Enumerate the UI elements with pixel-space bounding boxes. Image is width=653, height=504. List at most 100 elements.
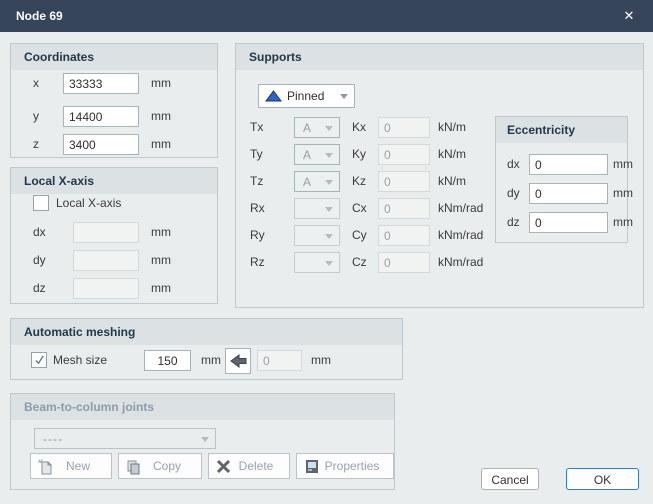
mesh-size-checkbox-label: Mesh size (53, 350, 107, 371)
beam-to-column-joints-panel-title: Beam-to-column joints (11, 394, 394, 420)
coord-y-unit: mm (151, 106, 171, 127)
dialog-title: Node 69 (16, 0, 63, 32)
mesh-size-unit: mm (201, 350, 221, 371)
coord-y-input[interactable] (63, 106, 139, 127)
ecc-dy-unit: mm (613, 183, 633, 204)
dof-tz-dropdown-value: A (303, 175, 311, 189)
coord-z-input[interactable] (63, 134, 139, 155)
ky-unit: kN/m (438, 144, 466, 165)
kz-input (378, 171, 430, 192)
ky-input (378, 144, 430, 165)
local-x-axis-checkbox-label: Local X-axis (56, 193, 121, 214)
chevron-down-icon (325, 153, 333, 158)
new-document-icon (37, 458, 54, 478)
coord-y-label: y (33, 106, 39, 127)
kx-unit: kN/m (438, 117, 466, 138)
dof-rz-label: Rz (250, 252, 265, 273)
chevron-down-icon (201, 437, 209, 442)
ecc-dy-label: dy (507, 183, 520, 204)
kz-unit: kN/m (438, 171, 466, 192)
copy-joint-button: Copy (118, 453, 202, 479)
delete-joint-button: Delete (208, 453, 290, 479)
local-dz-unit: mm (151, 278, 171, 299)
supports-panel-title: Supports (236, 44, 643, 70)
new-joint-button-label: New (66, 459, 90, 473)
dof-tz-label: Tz (250, 171, 263, 192)
local-dx-input (73, 222, 139, 243)
mesh-target-unit: mm (311, 350, 331, 371)
check-icon (34, 355, 45, 366)
ecc-dz-unit: mm (613, 212, 633, 233)
local-dx-unit: mm (151, 222, 171, 243)
delete-icon (215, 458, 232, 478)
dof-tz-dropdown: A (294, 171, 340, 192)
automatic-meshing-panel: Automatic meshing Mesh size mm mm (10, 318, 403, 380)
cz-input (378, 252, 430, 273)
local-dz-input (73, 278, 139, 299)
cx-unit: kNm/rad (438, 198, 483, 219)
kx-label: Kx (352, 117, 366, 138)
ecc-dx-label: dx (507, 154, 520, 175)
coord-x-label: x (33, 73, 39, 94)
dof-tx-dropdown-value: A (303, 121, 311, 135)
automatic-meshing-panel-title: Automatic meshing (11, 319, 402, 345)
ecc-dx-input[interactable] (529, 154, 608, 175)
joint-type-dropdown: ---- (34, 428, 216, 449)
mesh-target-input (257, 350, 302, 371)
cz-label: Cz (352, 252, 367, 273)
arrow-left-icon (230, 354, 247, 368)
mesh-size-input[interactable] (144, 350, 191, 371)
local-dx-label: dx (33, 222, 46, 243)
beam-to-column-joints-panel: Beam-to-column joints ---- New Copy Dele… (10, 393, 395, 490)
coord-z-label: z (33, 134, 39, 155)
node-properties-dialog: Node 69 ✕ Coordinates x mm y mm z mm Loc… (0, 0, 653, 504)
local-dy-label: dy (33, 250, 46, 271)
support-type-value: Pinned (287, 89, 324, 103)
cy-input (378, 225, 430, 246)
coord-z-unit: mm (151, 134, 171, 155)
dof-ty-dropdown: A (294, 144, 340, 165)
local-dy-unit: mm (151, 250, 171, 271)
pinned-support-icon (265, 90, 282, 102)
ky-label: Ky (352, 144, 366, 165)
ecc-dy-input[interactable] (529, 183, 608, 204)
kx-input (378, 117, 430, 138)
cx-label: Cx (352, 198, 367, 219)
coord-x-unit: mm (151, 73, 171, 94)
local-dz-label: dz (33, 278, 46, 299)
dof-tx-label: Tx (250, 117, 263, 138)
apply-mesh-size-button[interactable] (225, 348, 251, 374)
delete-joint-button-label: Delete (239, 459, 274, 473)
eccentricity-panel: Eccentricity dx mm dy mm dz mm (495, 116, 628, 243)
coordinates-panel-title: Coordinates (11, 44, 217, 70)
joint-properties-button-label: Properties (325, 459, 380, 473)
dof-rz-dropdown (294, 252, 340, 273)
local-x-axis-checkbox[interactable] (33, 195, 49, 211)
dof-ry-dropdown (294, 225, 340, 246)
close-icon[interactable]: ✕ (619, 6, 639, 26)
ecc-dx-unit: mm (613, 154, 633, 175)
properties-icon (303, 458, 320, 478)
cancel-button[interactable]: Cancel (481, 468, 539, 490)
coord-x-input[interactable] (63, 73, 139, 94)
ecc-dz-label: dz (507, 212, 520, 233)
mesh-size-checkbox[interactable] (31, 352, 47, 368)
new-joint-button: New (30, 453, 112, 479)
kz-label: Kz (352, 171, 366, 192)
support-type-dropdown[interactable]: Pinned (258, 84, 355, 108)
cy-label: Cy (352, 225, 367, 246)
joint-properties-button: Properties (296, 453, 394, 479)
ecc-dz-input[interactable] (529, 212, 608, 233)
local-dy-input (73, 250, 139, 271)
dof-ry-label: Ry (250, 225, 265, 246)
ok-button[interactable]: OK (566, 468, 639, 490)
title-bar: Node 69 ✕ (0, 0, 653, 32)
joint-type-dropdown-value: ---- (43, 432, 63, 446)
local-x-axis-panel: Local X-axis Local X-axis dx mm dy mm dz… (10, 167, 218, 304)
chevron-down-icon (325, 261, 333, 266)
dof-tx-dropdown: A (294, 117, 340, 138)
cz-unit: kNm/rad (438, 252, 483, 273)
eccentricity-panel-title: Eccentricity (496, 117, 627, 143)
dof-rx-label: Rx (250, 198, 265, 219)
dof-ty-label: Ty (250, 144, 263, 165)
